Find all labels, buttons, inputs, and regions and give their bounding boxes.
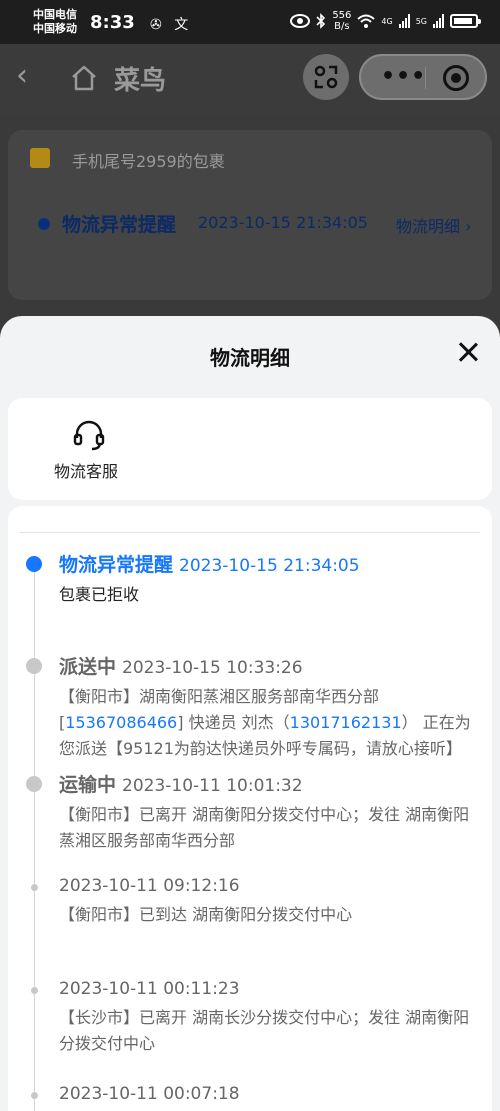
package-status-time: 2023-10-15 21:34:05 xyxy=(198,213,368,232)
timeline-dot xyxy=(26,658,42,674)
system-indicators: 556 B/s 4G 5G xyxy=(290,10,481,32)
carrier-1: 中国电信 xyxy=(33,8,77,21)
translate-icon: 文 xyxy=(174,17,189,33)
notification-icons: ✇ 文 xyxy=(150,14,188,34)
courier-phone-link[interactable]: 13017162131 xyxy=(290,713,402,732)
wifi-icon xyxy=(357,14,376,28)
tracking-timeline: 物流异常提醒 2023-10-15 21:34:05 包裹已拒收 派送中 2023-… xyxy=(8,506,492,1111)
network-type-1: 4G xyxy=(381,16,393,26)
back-icon[interactable]: ‹ xyxy=(16,58,28,93)
timeline-line xyxy=(34,564,35,1111)
event-time: 2023-10-11 00:11:23 xyxy=(59,979,240,999)
event-status: 物流异常提醒 xyxy=(59,554,174,576)
capsule-divider xyxy=(425,67,426,89)
event-time: 2023-10-15 10:33:26 xyxy=(122,658,303,678)
signal-icon-1 xyxy=(398,14,410,28)
event-header: 派送中 2023-10-15 10:33:26 xyxy=(59,652,303,679)
event-desc-part: ] 快递员 刘杰（ xyxy=(177,713,290,732)
clock: 8:33 xyxy=(90,12,135,33)
event-status: 运输中 xyxy=(59,774,117,796)
app-header: ‹ 菜鸟 ••• xyxy=(0,44,500,114)
timeline-dot xyxy=(31,884,38,891)
close-icon[interactable] xyxy=(456,340,480,364)
timeline-dot xyxy=(31,987,38,994)
event-time: 2023-10-11 09:12:16 xyxy=(59,876,240,896)
logistics-detail-sheet: 物流明细 物流客服 物流异常提醒 2023-10-15 21:34:05 包裹已拒… xyxy=(0,316,500,1111)
event-time: 2023-10-15 21:34:05 xyxy=(179,556,360,576)
network-speed: 556 B/s xyxy=(332,10,351,32)
carrier-info: 中国电信 中国移动 xyxy=(33,8,77,36)
package-title: 手机尾号2959的包裹 xyxy=(72,152,225,171)
event-time: 2023-10-11 10:01:32 xyxy=(122,776,303,796)
event-description: 【衡阳市】已离开 湖南衡阳分拨交付中心；发往 湖南衡阳蒸湘区服务部南华西分部 xyxy=(59,805,470,850)
timeline-dot xyxy=(31,1092,38,1099)
event-description: 【长沙市】已离开 湖南长沙分拨交付中心；发往 湖南衡阳分拨交付中心 xyxy=(59,1008,470,1053)
carrier-2: 中国移动 xyxy=(33,22,77,35)
headset-icon[interactable] xyxy=(72,418,106,452)
app-title: 菜鸟 xyxy=(114,66,167,96)
more-icon[interactable]: ••• xyxy=(381,64,426,89)
sheet-title: 物流明细 xyxy=(210,346,290,370)
event-description: 包裹已拒收 xyxy=(59,585,140,604)
speed-unit: B/s xyxy=(334,21,350,32)
home-icon[interactable] xyxy=(70,64,98,92)
event-status: 派送中 xyxy=(59,656,117,678)
timeline-dot xyxy=(26,776,42,792)
event-header: 物流异常提醒 2023-10-15 21:34:05 xyxy=(59,550,360,577)
eye-icon xyxy=(290,14,311,28)
customer-service-card: 物流客服 xyxy=(8,398,492,500)
timeline-dot-active xyxy=(26,556,42,572)
customer-service-label[interactable]: 物流客服 xyxy=(54,458,118,482)
event-description: 【衡阳市】已到达 湖南衡阳分拨交付中心 xyxy=(59,905,353,924)
logistics-detail-link[interactable]: 物流明细 › xyxy=(396,213,472,237)
battery-icon xyxy=(450,14,481,28)
courier-phone-link[interactable]: 15367086466 xyxy=(65,713,177,732)
pinwheel-icon: ✇ xyxy=(150,17,162,33)
event-header: 运输中 2023-10-11 10:01:32 xyxy=(59,770,303,797)
close-miniprogram-icon[interactable] xyxy=(443,65,469,91)
network-type-2: 5G xyxy=(415,16,427,26)
divider xyxy=(20,532,480,533)
signal-icon-2 xyxy=(433,14,444,28)
speed-value: 556 xyxy=(332,10,352,21)
courier-logo-icon xyxy=(30,148,50,168)
miniprogram-capsule: ••• xyxy=(359,54,487,100)
scan-icon xyxy=(314,65,338,89)
event-description: 【衡阳市】湖南衡阳蒸湘区服务部南华西分部[15367086466] 快递员 刘杰… xyxy=(59,684,479,762)
event-time: 2023-10-11 00:07:18 xyxy=(59,1084,240,1104)
package-card: 手机尾号2959的包裹 物流异常提醒 2023-10-15 21:34:05 物… xyxy=(8,130,492,300)
status-dot xyxy=(38,218,50,230)
bluetooth-icon xyxy=(316,13,326,29)
scan-button[interactable] xyxy=(303,54,349,100)
status-bar: 中国电信 中国移动 8:33 ✇ 文 556 B/s 4G 5G xyxy=(0,0,500,44)
package-status: 物流异常提醒 xyxy=(62,214,177,236)
